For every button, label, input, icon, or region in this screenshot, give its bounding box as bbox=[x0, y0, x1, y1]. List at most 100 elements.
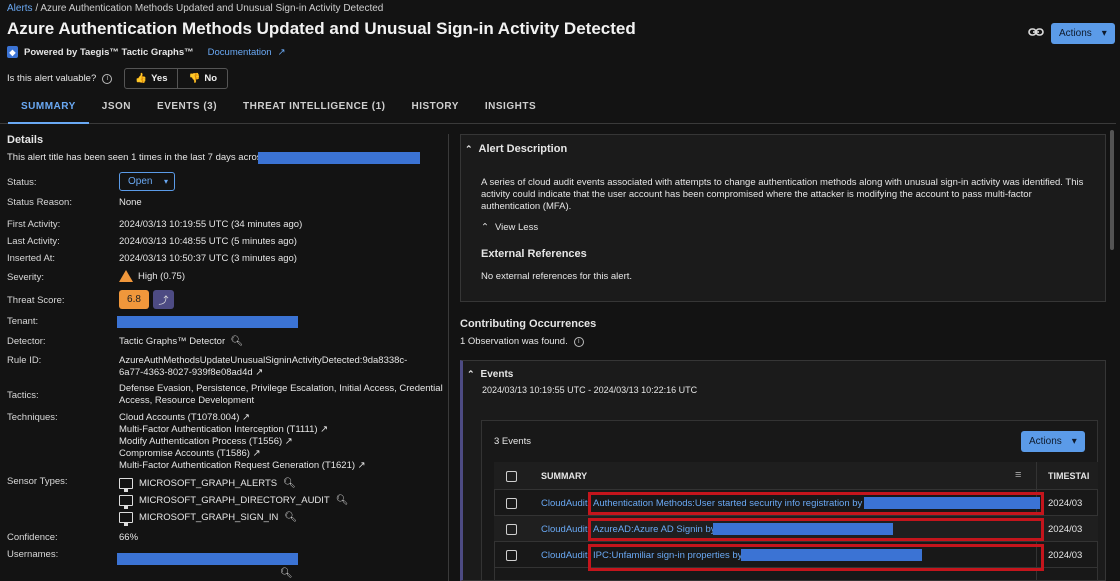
technique-link[interactable]: Modify Authentication Process (T1556) ↗ bbox=[119, 436, 366, 448]
redacted-user bbox=[741, 549, 922, 561]
external-references-text: No external references for this alert. bbox=[481, 271, 633, 282]
scrollbar[interactable] bbox=[1110, 130, 1114, 250]
column-divider bbox=[448, 134, 449, 581]
tab-history[interactable]: HISTORY bbox=[398, 96, 471, 124]
external-link-icon: ↗ bbox=[255, 367, 264, 378]
status-reason-label: Status Reason: bbox=[7, 197, 72, 208]
thumbs-up-icon: 👍 bbox=[135, 73, 148, 84]
search-icon[interactable]: 🔍︎ bbox=[280, 568, 293, 579]
external-references-heading: External References bbox=[481, 248, 587, 260]
severity: High (0.75) bbox=[119, 270, 185, 282]
tab-summary[interactable]: SUMMARY bbox=[8, 96, 89, 124]
row-timestamp: 2024/03 bbox=[1048, 498, 1083, 509]
tab-events[interactable]: EVENTS (3) bbox=[144, 96, 230, 124]
technique-link[interactable]: Multi-Factor Authentication Interception… bbox=[119, 424, 366, 436]
info-icon[interactable]: i bbox=[102, 73, 113, 84]
status-reason-value: None bbox=[119, 197, 142, 208]
sensor-type-label: MICROSOFT_GRAPH_ALERTS bbox=[139, 478, 278, 489]
row-summary-link[interactable]: AzureAD:Azure AD Signin by bbox=[593, 524, 716, 535]
row-source-link[interactable]: CloudAudit bbox=[541, 498, 587, 509]
thumbs-down-icon: 👎 bbox=[188, 73, 201, 84]
tab-threat-intelligence[interactable]: THREAT INTELLIGENCE (1) bbox=[230, 96, 398, 124]
actions-button[interactable]: Actions ▾ bbox=[1051, 23, 1115, 44]
row-checkbox[interactable] bbox=[506, 524, 517, 535]
monitor-icon bbox=[119, 495, 133, 509]
info-icon[interactable]: i bbox=[573, 336, 584, 347]
row-summary-link[interactable]: Authentication Methods:User started secu… bbox=[593, 498, 862, 509]
confidence-value: 66% bbox=[119, 532, 139, 543]
tab-insights[interactable]: INSIGHTS bbox=[472, 96, 549, 124]
threat-score-badge: 6.8 bbox=[119, 290, 149, 309]
yes-label: Yes bbox=[151, 73, 168, 84]
technique-link[interactable]: Multi-Factor Authentication Request Gene… bbox=[119, 460, 366, 472]
sensor-type-item: MICROSOFT_GRAPH_SIGN_IN 🔍︎ bbox=[119, 512, 297, 526]
documentation-link[interactable]: Documentation bbox=[208, 47, 272, 58]
events-actions-button[interactable]: Actions ▾ bbox=[1021, 431, 1085, 452]
observation-count: 1 Observation was found. i bbox=[460, 336, 584, 347]
page-title: Azure Authentication Methods Updated and… bbox=[7, 19, 636, 38]
events-count: 3 Events bbox=[494, 436, 531, 447]
observation-text: 1 Observation was found. bbox=[460, 336, 568, 347]
no-button[interactable]: 👎 No bbox=[177, 69, 227, 88]
view-less-label: View Less bbox=[494, 222, 539, 233]
column-menu-icon[interactable]: ≡ bbox=[1015, 469, 1021, 481]
sensor-types-label: Sensor Types: bbox=[7, 476, 68, 487]
events-toggle[interactable]: ⌃ Events bbox=[467, 369, 513, 380]
breadcrumb-separator: / bbox=[35, 3, 39, 14]
breadcrumb-alerts-link[interactable]: Alerts bbox=[7, 3, 33, 14]
first-activity-value: 2024/03/13 10:19:55 UTC (34 minutes ago) bbox=[119, 219, 303, 230]
row-checkbox[interactable] bbox=[506, 550, 517, 561]
warning-icon bbox=[119, 270, 133, 282]
row-source-link[interactable]: CloudAudit bbox=[541, 524, 587, 535]
sensor-type-label: MICROSOFT_GRAPH_SIGN_IN bbox=[139, 512, 279, 523]
tenant-label: Tenant: bbox=[7, 316, 39, 327]
status-label: Status: bbox=[7, 177, 37, 188]
actions-button-label: Actions bbox=[1059, 28, 1092, 39]
monitor-icon bbox=[119, 478, 133, 492]
alert-valuable-prompt: Is this alert valuable? i 👍 Yes 👎 No bbox=[7, 68, 228, 89]
tactics-line1: Defense Evasion, Persistence, Privilege … bbox=[119, 383, 443, 394]
copy-link-icon[interactable] bbox=[1028, 26, 1044, 40]
search-icon[interactable]: 🔍︎ bbox=[228, 336, 244, 347]
redacted-user bbox=[713, 523, 893, 535]
trend-chart-icon[interactable]: ⤴ bbox=[153, 290, 174, 309]
monitor-icon bbox=[119, 512, 133, 526]
technique-link[interactable]: Compromise Accounts (T1586) ↗ bbox=[119, 448, 366, 460]
contributing-heading: Contributing Occurrences bbox=[460, 318, 597, 330]
rule-id-label: Rule ID: bbox=[7, 355, 42, 366]
caret-down-icon: ▾ bbox=[1071, 436, 1077, 447]
column-summary[interactable]: SUMMARY bbox=[541, 471, 587, 481]
detector-value: Tactic Graphs™ Detector bbox=[119, 336, 226, 347]
row-checkbox[interactable] bbox=[506, 498, 517, 509]
valuable-question: Is this alert valuable? bbox=[7, 73, 97, 84]
search-icon[interactable]: 🔍︎ bbox=[336, 495, 349, 506]
row-timestamp: 2024/03 bbox=[1048, 524, 1083, 535]
status-dropdown[interactable]: Open ▾ bbox=[119, 172, 175, 191]
valuable-buttons: 👍 Yes 👎 No bbox=[124, 68, 228, 89]
tab-json[interactable]: JSON bbox=[89, 96, 144, 124]
rule-id-link[interactable]: AzureAuthMethodsUpdateUnusualSigninActiv… bbox=[119, 355, 407, 379]
severity-value: High (0.75) bbox=[138, 270, 185, 282]
taegis-icon: ◆ bbox=[7, 46, 18, 58]
row-source-link[interactable]: CloudAudit bbox=[541, 550, 587, 561]
first-activity-label: First Activity: bbox=[7, 219, 61, 230]
rule-id-line2: 6a77-4363-8027-939f8e08ad4d bbox=[119, 367, 253, 378]
column-timestamp[interactable]: TIMESTAI bbox=[1048, 471, 1089, 481]
usernames-label: Usernames: bbox=[7, 549, 59, 560]
redacted-username bbox=[117, 553, 298, 565]
tactics-line2: Access, Resource Development bbox=[119, 395, 255, 406]
search-icon[interactable]: 🔍︎ bbox=[284, 512, 297, 523]
select-all-checkbox[interactable] bbox=[506, 471, 517, 482]
row-summary-link[interactable]: IPC:Unfamiliar sign-in properties by bbox=[593, 550, 742, 561]
techniques-list: Cloud Accounts (T1078.004) ↗ Multi-Facto… bbox=[119, 412, 366, 472]
view-less-button[interactable]: ⌃ View Less bbox=[481, 222, 538, 233]
technique-link[interactable]: Cloud Accounts (T1078.004) ↗ bbox=[119, 412, 366, 424]
tab-bar: SUMMARY JSON EVENTS (3) THREAT INTELLIGE… bbox=[0, 96, 1116, 124]
yes-button[interactable]: 👍 Yes bbox=[125, 69, 177, 88]
search-icon[interactable]: 🔍︎ bbox=[283, 478, 296, 489]
alert-description-toggle[interactable]: ⌃ Alert Description bbox=[465, 143, 567, 155]
seen-text: This alert title has been seen 1 times i… bbox=[7, 152, 267, 163]
sensor-type-item: MICROSOFT_GRAPH_ALERTS 🔍︎ bbox=[119, 478, 296, 492]
last-activity-label: Last Activity: bbox=[7, 236, 60, 247]
breadcrumb-current: Azure Authentication Methods Updated and… bbox=[40, 3, 384, 14]
